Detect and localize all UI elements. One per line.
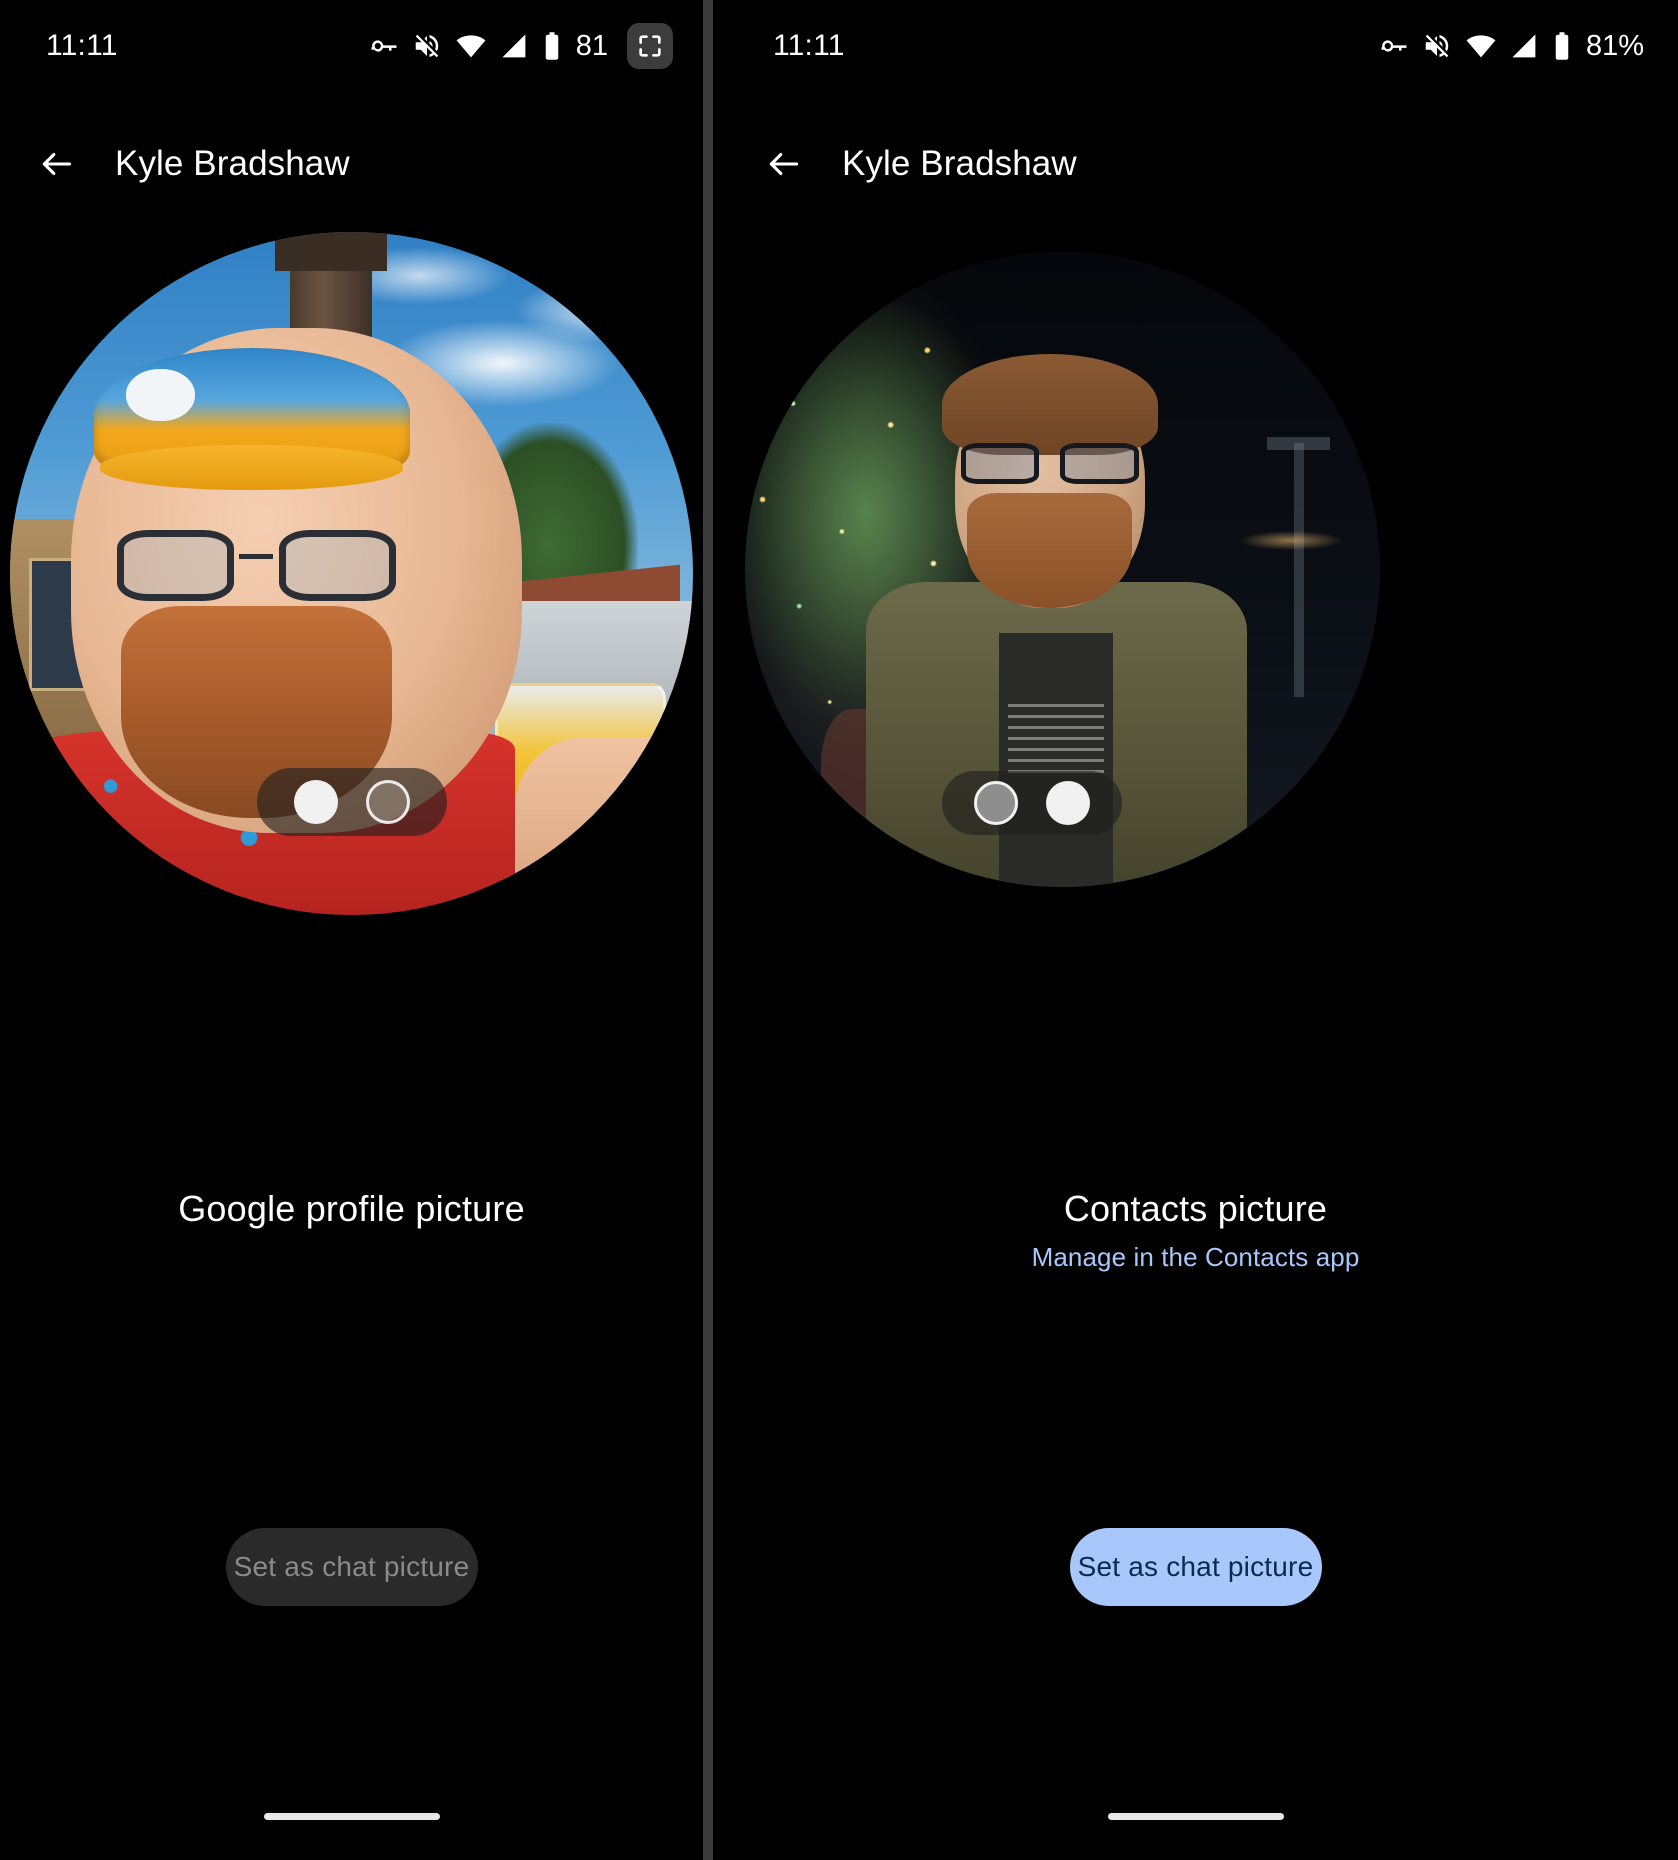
volume-off-icon bbox=[412, 31, 442, 61]
cell-signal-icon bbox=[1510, 32, 1539, 61]
vpn-key-icon bbox=[369, 31, 399, 61]
pager-dot-2[interactable] bbox=[365, 780, 410, 824]
back-arrow-icon[interactable] bbox=[28, 135, 86, 193]
cell-signal-icon bbox=[500, 32, 529, 61]
status-clock: 11:11 bbox=[773, 29, 845, 62]
vpn-key-icon bbox=[1379, 31, 1409, 61]
page-title: Kyle Bradshaw bbox=[115, 144, 350, 183]
picture-source-label: Contacts picture bbox=[1063, 1188, 1328, 1229]
status-bar: 11:11 81 bbox=[0, 0, 703, 92]
pager-dot-2[interactable] bbox=[1046, 781, 1090, 825]
battery-icon bbox=[542, 31, 562, 61]
panel-divider bbox=[703, 0, 713, 1860]
status-clock: 11:11 bbox=[46, 29, 118, 62]
battery-percentage: 81% bbox=[1585, 29, 1644, 62]
screen-contacts-picture: 11:11 81% Kyle Bradshaw Contacts picture… bbox=[713, 0, 1678, 1860]
volume-off-icon bbox=[1422, 31, 1452, 61]
status-icon-group: 81% bbox=[1379, 30, 1644, 63]
pager-dots[interactable] bbox=[942, 771, 1122, 835]
home-gesture-indicator bbox=[263, 1813, 440, 1820]
battery-percentage: 81 bbox=[575, 29, 608, 62]
pager-dots[interactable] bbox=[256, 768, 447, 836]
page-title: Kyle Bradshaw bbox=[842, 144, 1077, 183]
app-bar: Kyle Bradshaw bbox=[713, 122, 1678, 206]
picture-source-label: Google profile picture bbox=[178, 1188, 525, 1229]
pager-dot-1[interactable] bbox=[974, 781, 1018, 825]
app-bar: Kyle Bradshaw bbox=[0, 122, 703, 206]
picture-caption: Google profile picture bbox=[0, 1188, 703, 1230]
set-as-chat-picture-button[interactable]: Set as chat picture bbox=[1069, 1528, 1322, 1606]
picture-caption: Contacts picture Manage in the Contacts … bbox=[713, 1188, 1678, 1273]
set-as-chat-picture-button[interactable]: Set as chat picture bbox=[225, 1528, 478, 1606]
home-gesture-indicator bbox=[1107, 1813, 1284, 1820]
dual-screenshot-comparison: 11:11 81 Kyle Bradshaw Google profile pi… bbox=[0, 0, 1678, 1860]
screen-google-profile-picture: 11:11 81 Kyle Bradshaw Google profile pi… bbox=[0, 0, 703, 1860]
status-bar: 11:11 81% bbox=[713, 0, 1678, 92]
status-icon-group: 81 bbox=[369, 23, 673, 69]
back-arrow-icon[interactable] bbox=[755, 135, 813, 193]
battery-icon bbox=[1552, 31, 1572, 61]
manage-in-contacts-link[interactable]: Manage in the Contacts app bbox=[1032, 1242, 1360, 1273]
pager-dot-1[interactable] bbox=[293, 780, 338, 824]
fullscreen-crop-icon[interactable] bbox=[627, 23, 673, 69]
wifi-icon bbox=[1465, 30, 1497, 62]
wifi-icon bbox=[455, 30, 487, 62]
